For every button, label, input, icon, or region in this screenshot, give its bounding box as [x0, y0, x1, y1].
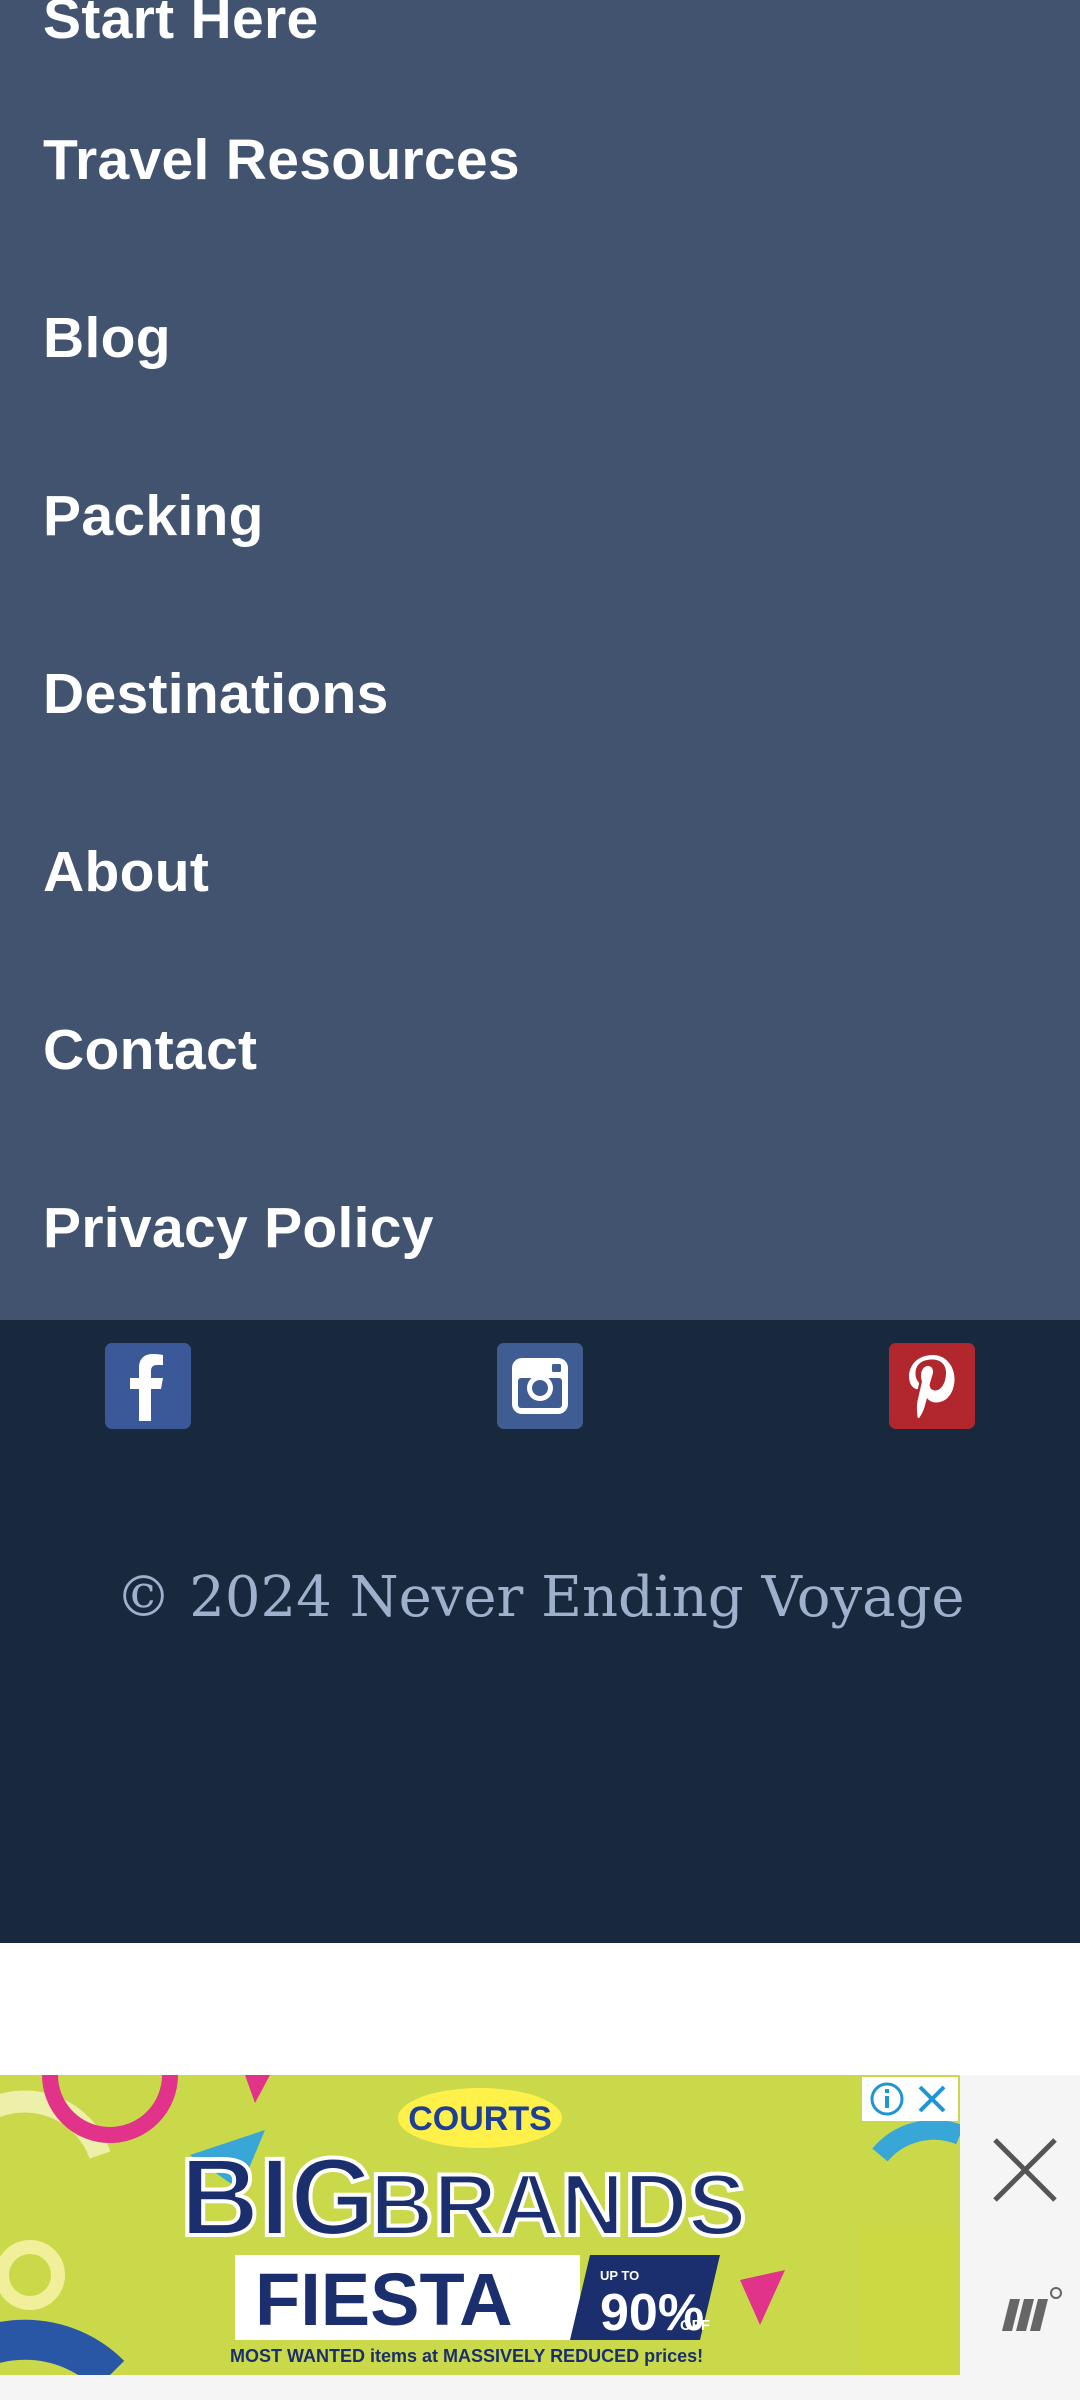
ad-close-button[interactable]: [985, 2130, 1065, 2210]
menu-item-travel-resources[interactable]: Travel Resources: [0, 71, 1080, 249]
ad-headline-fiesta: FIESTA: [255, 2258, 513, 2341]
pinterest-icon: [909, 1355, 955, 1418]
ad-container: COURTS BIG BRANDS FIESTA UP TO 90% OFF M…: [0, 2075, 1080, 2400]
menu-item-destinations[interactable]: Destinations: [0, 605, 1080, 783]
facebook-link[interactable]: [105, 1343, 191, 1429]
site-footer: © 2024 Never Ending Voyage: [0, 1320, 1080, 1943]
menu-item-privacy-policy[interactable]: Privacy Policy: [0, 1139, 1080, 1317]
ad-network-logo: [1000, 2285, 1066, 2335]
ad-brand: COURTS: [408, 2100, 552, 2138]
ad-artwork: COURTS BIG BRANDS FIESTA UP TO 90% OFF M…: [0, 2075, 960, 2375]
close-icon: [993, 2138, 1057, 2202]
menu-item-packing[interactable]: Packing: [0, 427, 1080, 605]
pinterest-link[interactable]: [889, 1343, 975, 1429]
instagram-icon: [512, 1358, 568, 1414]
ad-network-icon: [1002, 2287, 1062, 2331]
copyright-text: © 2024 Never Ending Voyage: [115, 1565, 965, 1630]
ad-tagline: MOST WANTED items at MASSIVELY REDUCED p…: [230, 2346, 703, 2366]
instagram-link[interactable]: [497, 1343, 583, 1429]
menu-item-about[interactable]: About: [0, 783, 1080, 961]
facebook-icon: [130, 1354, 163, 1421]
ad-discount-prefix: UP TO: [600, 2268, 639, 2283]
ad-headline-brands: BRANDS: [370, 2155, 746, 2254]
ad-banner[interactable]: COURTS BIG BRANDS FIESTA UP TO 90% OFF M…: [0, 2075, 960, 2375]
menu-item-contact[interactable]: Contact: [0, 961, 1080, 1139]
ad-headline-big: BIG: [180, 2136, 376, 2259]
ad-discount-suffix: OFF: [680, 2317, 710, 2334]
menu-item-blog[interactable]: Blog: [0, 249, 1080, 427]
footer-menu: Start Here Travel Resources Blog Packing…: [0, 0, 1080, 1320]
